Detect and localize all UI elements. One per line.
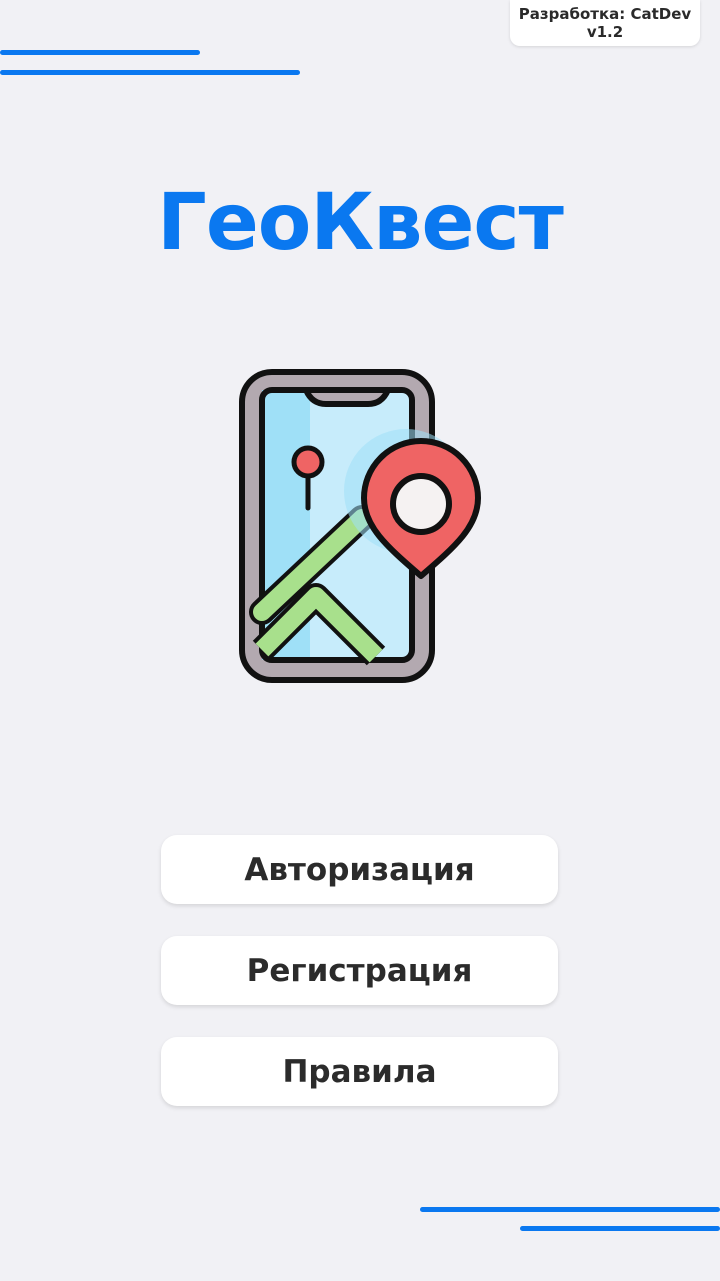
decor-line-bottom-2	[520, 1226, 720, 1231]
version-label: v1.2	[586, 23, 624, 41]
developer-badge: Разработка: CatDev v1.2	[510, 0, 700, 46]
register-button[interactable]: Регистрация	[161, 936, 558, 1005]
decor-line-bottom-1	[420, 1207, 720, 1212]
developer-label: Разработка: CatDev	[518, 5, 692, 23]
login-button[interactable]: Авторизация	[161, 835, 558, 904]
decor-line-top-2	[0, 70, 300, 75]
app-title: ГеоКвест	[157, 178, 564, 268]
decor-line-top-1	[0, 50, 200, 55]
phone-map-pin-icon	[239, 369, 481, 683]
rules-button[interactable]: Правила	[161, 1037, 558, 1106]
